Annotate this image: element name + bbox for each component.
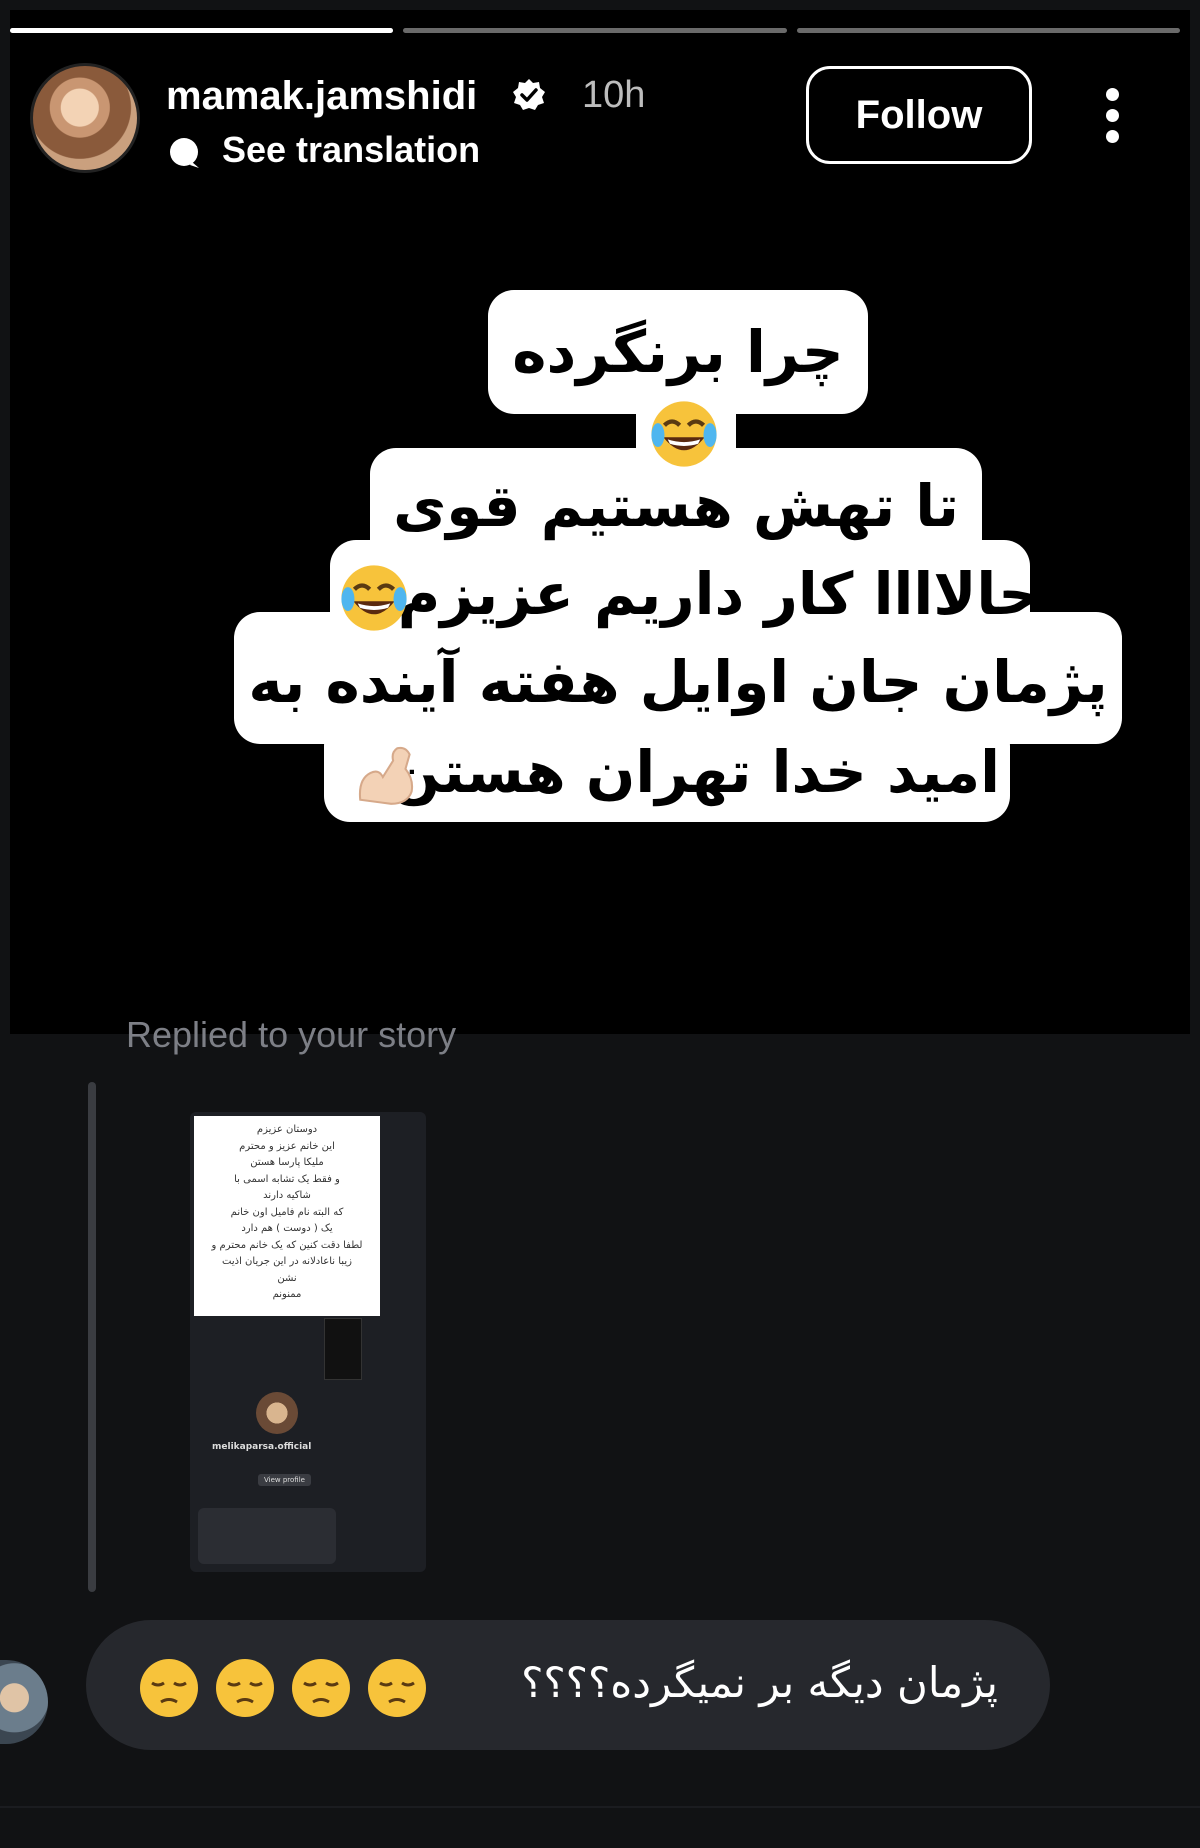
- thumbnail-view-profile: View profile: [258, 1474, 311, 1486]
- story-reply-thumbnail[interactable]: دوستان عزیزم این خانم عزیز و محترم ملیکا پ…: [190, 1112, 426, 1572]
- pensive-face-emoji: [368, 1659, 426, 1717]
- divider: [0, 1806, 1200, 1808]
- message-bubble[interactable]: پژمان دیگه بر نمیگرده؟؟؟؟: [86, 1620, 1050, 1750]
- thumbnail-text-line: این خانم عزیز و محترم: [239, 1140, 335, 1152]
- screen: mamak.jamshidi 10h See translation Follo…: [0, 0, 1200, 1848]
- flexed-biceps-emoji: [358, 746, 414, 805]
- thumbnail-message-block: [198, 1508, 336, 1564]
- sticker-line-4: پژمان جان اوایل هفته آینده به: [248, 648, 1108, 716]
- thumbnail-text-card: دوستان عزیزم این خانم عزیز و محترم ملیکا پ…: [194, 1116, 380, 1316]
- thumbnail-text-line: یک ( دوست ) هم دارد: [241, 1223, 333, 1234]
- username[interactable]: mamak.jamshidi: [166, 74, 477, 119]
- pensive-face-emoji: [140, 1659, 198, 1717]
- thumbnail-profile-name: melikaparsa.official: [212, 1442, 312, 1452]
- tears-of-joy-emoji: [341, 565, 407, 631]
- thumbnail-text-line: ممنونم: [272, 1289, 302, 1300]
- thumbnail-text-line: شاکیه دارند: [263, 1190, 311, 1201]
- replied-label: Replied to your story: [126, 1014, 457, 1055]
- sticker-line-1: چرا برنگرده: [512, 318, 844, 386]
- tears-of-joy-emoji: [651, 401, 717, 467]
- thumbnail-text-line: نشن: [277, 1272, 297, 1284]
- sticker-line-5: امید خدا تهران هستن: [390, 738, 1000, 806]
- thumbnail-dark-panel: [324, 1318, 362, 1380]
- thumbnail-text-line: ملیکا پارسا هستن: [250, 1157, 324, 1168]
- thumbnail-avatar: [256, 1392, 298, 1434]
- story-progress: [10, 28, 1180, 33]
- follow-button[interactable]: Follow: [806, 66, 1032, 164]
- progress-segment-2: [403, 28, 787, 33]
- sticker-line-2: تا تهش هستیم قوی: [393, 472, 959, 540]
- more-vertical-icon[interactable]: [1104, 88, 1120, 144]
- thumbnail-text-line: لطفا دقت کنین که یک خانم محترم و: [211, 1239, 363, 1251]
- message-text: پژمان دیگه بر نمیگرده؟؟؟؟: [521, 1658, 998, 1707]
- reply-quote-line: [88, 1082, 96, 1592]
- translate-icon: [170, 138, 199, 168]
- sender-avatar[interactable]: [0, 1660, 48, 1744]
- sticker-line-3: حالاااا کار داریم عزیزم: [397, 560, 1040, 628]
- avatar[interactable]: [30, 63, 140, 173]
- post-time: 10h: [582, 74, 646, 116]
- see-translation-link[interactable]: See translation: [222, 129, 480, 171]
- thumbnail-text-line: دوستان عزیزم: [256, 1124, 318, 1135]
- thumbnail-text-line: و فقط یک تشابه اسمی با: [234, 1173, 340, 1185]
- thumbnail-text-line: زیبا ناعادلانه در این جریان اذیت: [222, 1256, 352, 1267]
- progress-segment-1: [10, 28, 394, 33]
- pensive-face-emoji: [216, 1659, 274, 1717]
- thumbnail-text-line: که البته نام فامیل اون خانم: [230, 1206, 344, 1218]
- progress-segment-3: [796, 28, 1180, 33]
- verified-badge-icon: [513, 79, 545, 110]
- pensive-face-emoji: [292, 1659, 350, 1717]
